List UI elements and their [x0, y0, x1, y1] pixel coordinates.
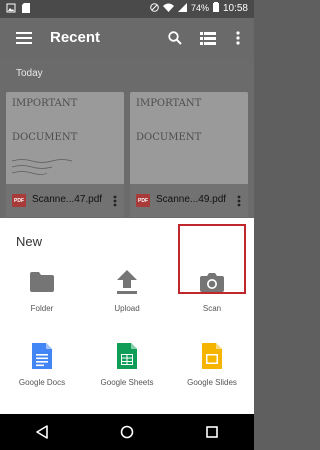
search-icon[interactable]	[165, 28, 185, 48]
sheet-title: New	[16, 234, 43, 249]
pdf-icon: PDF	[12, 194, 26, 207]
google-slides-button[interactable]: Google Slides	[170, 343, 254, 414]
file-name: Scanne...49.pdf	[156, 194, 227, 205]
sd-card-icon	[22, 3, 30, 15]
home-icon[interactable]	[115, 420, 139, 444]
upload-button[interactable]: Upload	[85, 270, 169, 340]
thumbnail-text: IMPORTANT	[136, 98, 202, 109]
battery-percent: 74%	[190, 3, 209, 13]
new-bottom-sheet: New Folder Upload Scan Google Docs Googl…	[0, 218, 254, 414]
file-thumbnail: IMPORTANT DOCUMENT	[6, 92, 124, 184]
file-name: Scanne...47.pdf	[32, 194, 103, 205]
tile-label: Google Slides	[187, 378, 237, 387]
new-folder-button[interactable]: Folder	[0, 270, 84, 340]
thumbnail-text: DOCUMENT	[12, 132, 78, 143]
back-icon[interactable]	[30, 420, 54, 444]
tile-label: Upload	[114, 304, 140, 313]
google-slides-icon	[200, 343, 224, 369]
image-notification-icon	[6, 3, 16, 15]
tile-label: Google Sheets	[100, 378, 154, 387]
folder-icon	[30, 270, 54, 294]
mute-icon	[150, 2, 159, 14]
google-sheets-button[interactable]: Google Sheets	[85, 343, 169, 414]
tile-label: Scan	[202, 304, 222, 313]
file-thumbnail: IMPORTANT DOCUMENT	[130, 92, 248, 184]
section-header-today: Today	[16, 68, 43, 79]
more-options-icon[interactable]	[110, 193, 120, 209]
navigation-bar	[0, 414, 254, 450]
clock: 10:58	[222, 2, 248, 14]
file-card-footer: PDF Scanne...49.pdf	[130, 184, 248, 217]
scan-button[interactable]: Scan	[170, 270, 254, 340]
file-card[interactable]: IMPORTANT DOCUMENT PDF Scanne...47.pdf	[6, 92, 124, 217]
recent-content: Today IMPORTANT DOCUMENT PDF Scanne...47…	[0, 58, 254, 218]
file-card-footer: PDF Scanne...47.pdf	[6, 184, 124, 217]
status-bar: 74% 10:58	[0, 0, 254, 18]
google-sheets-icon	[115, 343, 139, 369]
list-view-icon[interactable]	[198, 28, 218, 48]
app-bar: Recent	[0, 18, 254, 58]
google-docs-button[interactable]: Google Docs	[0, 343, 84, 414]
tile-label: Folder	[30, 304, 54, 313]
file-card[interactable]: IMPORTANT DOCUMENT PDF Scanne...49.pdf	[130, 92, 248, 217]
upload-icon	[115, 270, 139, 294]
page-title: Recent	[50, 29, 101, 46]
more-options-icon[interactable]	[234, 193, 244, 209]
overflow-menu-icon[interactable]	[228, 28, 248, 48]
thumbnail-text: IMPORTANT	[12, 98, 78, 109]
thumbnail-scribble	[11, 158, 82, 178]
camera-icon	[200, 270, 224, 294]
google-docs-icon	[30, 343, 54, 369]
menu-icon[interactable]	[14, 28, 34, 48]
signal-icon	[177, 2, 187, 14]
thumbnail-text: DOCUMENT	[136, 132, 202, 143]
tile-label: Google Docs	[18, 378, 66, 387]
battery-icon	[212, 2, 219, 14]
recents-icon[interactable]	[200, 420, 224, 444]
wifi-icon	[162, 3, 174, 14]
pdf-icon: PDF	[136, 194, 150, 207]
